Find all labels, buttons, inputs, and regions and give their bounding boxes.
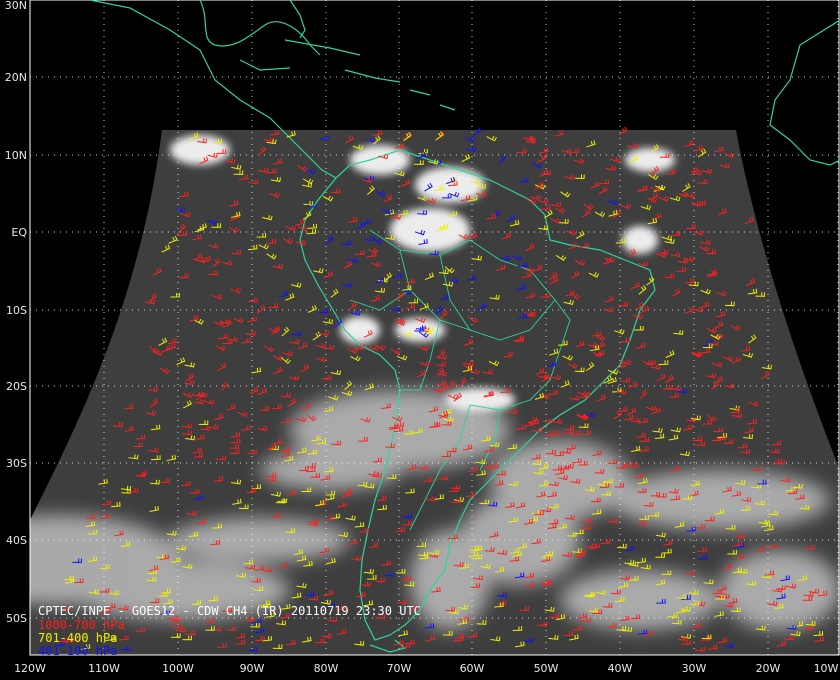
coast-florida	[289, 0, 306, 39]
latitude-labels: 30N 20N 10N EQ 10S 20S 30S 40S 50S	[5, 0, 28, 625]
satellite-wind-map: CPTEC/INPE - GOES12 - CDW CH4 (IR) 20110…	[0, 0, 840, 680]
latitude-label: 10N	[5, 149, 27, 162]
map-title: CPTEC/INPE - GOES12 - CDW CH4 (IR) 20110…	[38, 604, 421, 618]
legend-low-level: 1000-700 hPa	[38, 618, 125, 632]
longitude-label: 20W	[756, 662, 781, 675]
legend-high-level: 401-100 hPa	[38, 644, 117, 658]
longitude-label: 110W	[88, 662, 120, 675]
longitude-label: 80W	[314, 662, 339, 675]
longitude-labels: 120W 110W 100W 90W 80W 70W 60W 50W 40W 30W 20W 10W	[14, 662, 838, 675]
longitude-label: 90W	[240, 662, 265, 675]
latitude-label: 40S	[6, 534, 27, 547]
longitude-label: 100W	[162, 662, 194, 675]
legend-mid-level: 701-400 hPa	[38, 631, 117, 645]
latitude-label: 20N	[5, 71, 27, 84]
longitude-label: 10W	[814, 662, 839, 675]
coast-caribbean-islands	[284, 39, 456, 111]
latitude-label: 20S	[6, 380, 27, 393]
longitude-label: 70W	[387, 662, 412, 675]
longitude-label: 50W	[534, 662, 559, 675]
longitude-label: 120W	[14, 662, 46, 675]
latitude-label: 50S	[6, 612, 27, 625]
coast-africa	[769, 19, 840, 166]
longitude-label: 40W	[608, 662, 633, 675]
latitude-label: EQ	[11, 226, 27, 239]
map-canvas: CPTEC/INPE - GOES12 - CDW CH4 (IR) 20110…	[5, 0, 840, 675]
latitude-label: 30S	[6, 457, 27, 470]
longitude-label: 30W	[682, 662, 707, 675]
latitude-label: 30N	[5, 0, 27, 12]
latitude-label: 10S	[6, 304, 27, 317]
satellite-imagery	[30, 130, 840, 655]
longitude-label: 60W	[460, 662, 485, 675]
